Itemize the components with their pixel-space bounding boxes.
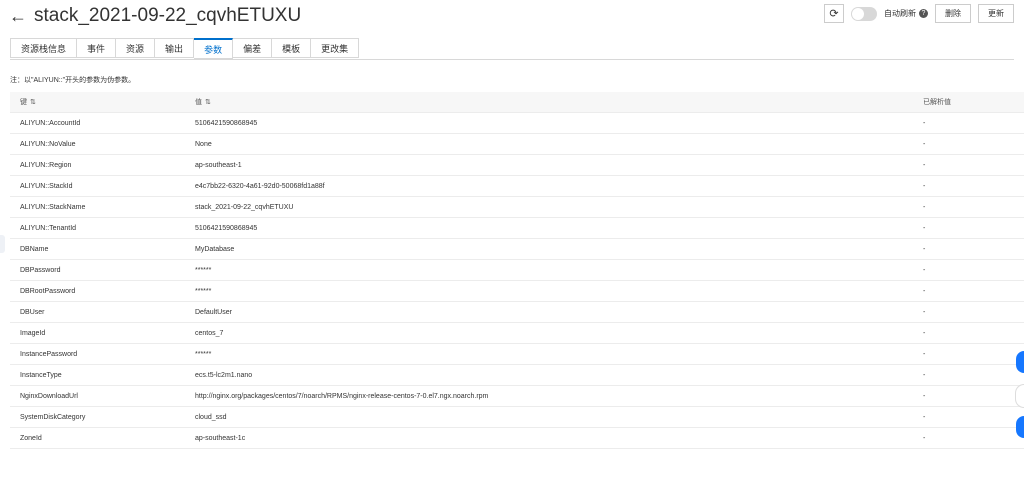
table-row: NginxDownloadUrl http://nginx.org/package… <box>10 386 1024 407</box>
table-row: InstanceType ecs.t5-lc2m1.nano - <box>10 365 1024 386</box>
tab-outputs[interactable]: 输出 <box>155 38 195 58</box>
floating-action-button[interactable] <box>1016 351 1024 373</box>
value-header[interactable]: 值 ⇅ <box>195 97 923 107</box>
header-actions: ⟳ 自动刷新 ? 删除 更新 <box>824 4 1014 23</box>
floating-help-button[interactable] <box>1016 416 1024 438</box>
key-header[interactable]: 键 ⇅ <box>10 97 195 107</box>
tab-template[interactable]: 模板 <box>272 38 312 58</box>
table-row: DBPassword ****** - <box>10 260 1024 281</box>
delete-button[interactable]: 删除 <box>935 4 971 23</box>
refresh-icon: ⟳ <box>829 8 839 20</box>
table-row: ImageId centos_7- <box>10 323 1024 344</box>
sidebar-collapse-handle[interactable] <box>0 235 5 253</box>
tab-drift[interactable]: 偏差 <box>233 38 273 58</box>
update-button[interactable]: 更新 <box>978 4 1014 23</box>
table-row: DBName MyDatabase - <box>10 239 1024 260</box>
tab-events[interactable]: 事件 <box>77 38 117 58</box>
page-title: stack_2021-09-22_cqvhETUXU <box>34 5 302 26</box>
table-row: ALIYUN::Region ap-southeast-1- <box>10 155 1024 176</box>
auto-refresh-label: 自动刷新 <box>884 9 916 18</box>
back-arrow-icon[interactable]: ← <box>9 6 27 27</box>
auto-refresh-toggle[interactable] <box>851 6 877 21</box>
refresh-button[interactable]: ⟳ <box>824 4 844 23</box>
tab-parameters[interactable]: 参数 <box>194 38 234 59</box>
table-row: ALIYUN::StackId e4c7bb22-6320-4a61-92d0-5… <box>10 176 1024 197</box>
table-row: SystemDiskCategory cloud_ssd - <box>10 407 1024 428</box>
sort-icon: ⇅ <box>30 99 36 106</box>
table-row: ALIYUN::AccountId 5106421590868945- <box>10 113 1024 134</box>
tab-stack-info[interactable]: 资源栈信息 <box>10 38 78 58</box>
parameters-table: 键 ⇅ 值 ⇅ 已解析值 ALIYUN::AccountId 510642159086… <box>10 92 1024 449</box>
table-row: InstancePassword ****** - <box>10 344 1024 365</box>
table-row: ZoneId ap-southeast-1c - <box>10 428 1024 449</box>
page-header: ← stack_2021-09-22_cqvhETUXU ⟳ 自动刷新 ? 删除… <box>0 0 1024 34</box>
help-icon[interactable]: ? <box>919 9 928 18</box>
table-row: DBUser DefaultUser - <box>10 302 1024 323</box>
table-row: ALIYUN::TenantId 5106421590868945- <box>10 218 1024 239</box>
table-row: ALIYUN::StackName stack_2021-09-22_cqvhET… <box>10 197 1024 218</box>
tab-bar: 资源栈信息 事件 资源 输出 参数 偏差 模板 更改集 <box>10 38 1014 60</box>
auto-refresh-label-wrap: 自动刷新 ? <box>884 8 928 19</box>
table-header-row: 键 ⇅ 值 ⇅ 已解析值 <box>10 92 1024 113</box>
table-row: DBRootPassword ****** - <box>10 281 1024 302</box>
pseudo-parameter-note: 注：以"ALIYUN::"开头的参数为伪参数。 <box>10 77 136 84</box>
floating-tool-button[interactable] <box>1015 384 1024 408</box>
sort-icon: ⇅ <box>205 99 211 106</box>
tab-resources[interactable]: 资源 <box>116 38 156 58</box>
resolved-header: 已解析值 <box>923 99 951 106</box>
tab-change-sets[interactable]: 更改集 <box>311 38 360 58</box>
table-row: ALIYUN::NoValue None - <box>10 134 1024 155</box>
toggle-knob <box>852 7 864 20</box>
